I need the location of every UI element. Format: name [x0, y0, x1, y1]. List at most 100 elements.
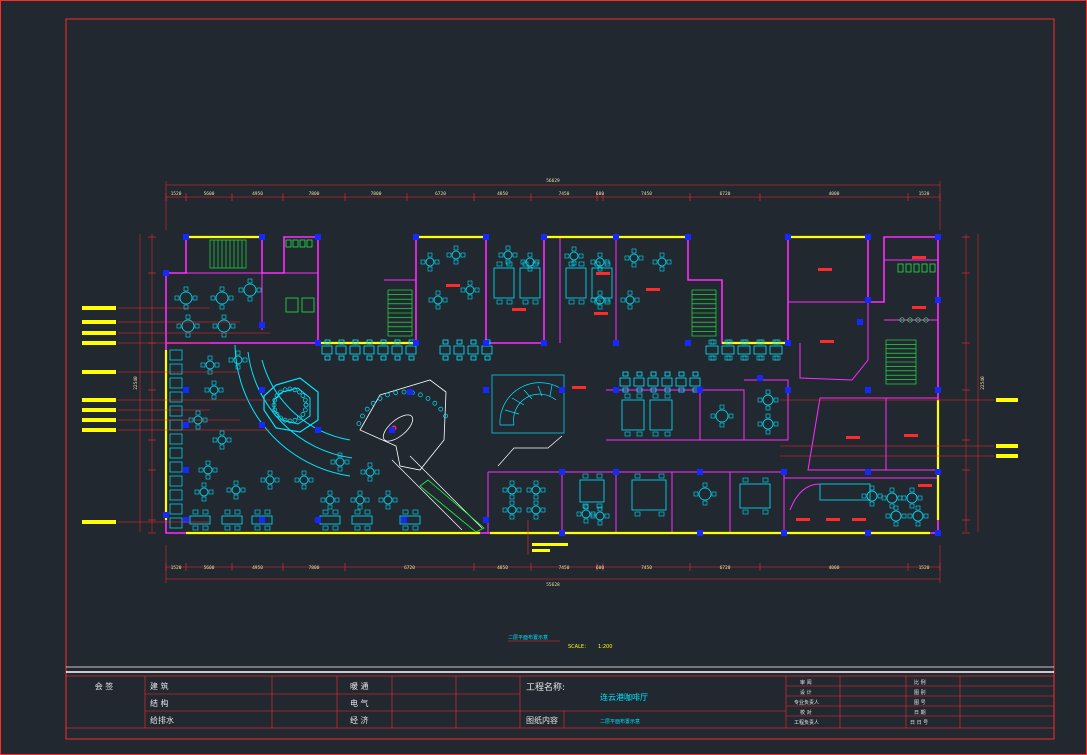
chair-symbol	[765, 389, 771, 395]
chair-symbol	[638, 255, 644, 261]
cad-drawing-canvas: 1520 5600 4950 7800 7800 6720 4850 7450 600 7450 6…	[0, 0, 1087, 755]
table-symbol	[377, 345, 389, 355]
chair-symbol	[442, 355, 449, 361]
room-tag	[904, 434, 918, 437]
chair-symbol	[634, 297, 640, 303]
column	[857, 319, 863, 325]
chair-symbol	[204, 387, 210, 393]
chair-symbol	[192, 509, 199, 515]
table-symbol	[629, 253, 639, 263]
chair-symbol	[652, 393, 659, 399]
chair-symbol	[512, 252, 518, 258]
stool-symbol	[432, 400, 438, 406]
chair-symbol	[582, 473, 589, 479]
chair-symbol	[708, 339, 715, 345]
bottom-total-dimension: 55628	[546, 582, 560, 588]
leader-label	[82, 320, 116, 324]
chair-symbol	[360, 469, 366, 475]
column	[413, 340, 419, 346]
chair-symbol	[470, 355, 477, 361]
discipline-structure: 结 构	[150, 698, 169, 708]
chair-symbol	[467, 280, 473, 286]
table-symbol	[199, 487, 209, 497]
chair-symbol	[234, 525, 241, 531]
chair-symbol	[235, 350, 241, 356]
spiral-stair	[491, 374, 565, 467]
discipline-architecture: 建 筑	[150, 681, 169, 691]
chair-symbol	[658, 473, 665, 479]
column	[559, 469, 565, 475]
bottom-segment-dimension: 7450	[559, 565, 570, 571]
booth-seat	[169, 405, 183, 417]
chair-symbol	[505, 245, 511, 251]
column	[183, 387, 189, 393]
toilet-fixture	[292, 239, 299, 248]
chair-symbol	[664, 393, 671, 399]
discipline-electrical: 电 气	[350, 698, 369, 708]
chair-symbol	[324, 355, 331, 361]
stool-symbol	[356, 421, 362, 426]
booth-seat	[169, 433, 183, 445]
chair-symbol	[470, 355, 477, 361]
chair-symbol	[242, 357, 248, 363]
bottom-segment-dimension: 1520	[171, 565, 182, 571]
chair-symbol	[773, 421, 779, 427]
table-symbol	[233, 355, 243, 365]
chair-symbol	[636, 371, 643, 377]
room-tag	[912, 256, 926, 259]
table-symbol	[619, 377, 631, 387]
toilet-fixture	[285, 239, 292, 248]
column	[559, 387, 565, 393]
chair-symbol	[711, 491, 717, 497]
table-symbol	[179, 291, 193, 305]
booth-seat	[169, 419, 183, 431]
chair-symbol	[354, 525, 361, 531]
column	[865, 530, 871, 536]
chair-symbol	[861, 493, 867, 499]
stool-symbol	[302, 397, 308, 403]
chair-symbol	[327, 490, 333, 496]
top-segment-dimension: 6720	[435, 191, 446, 197]
chair-symbol	[708, 355, 715, 361]
chair-symbol	[620, 297, 626, 303]
column	[483, 340, 489, 346]
column	[483, 234, 489, 240]
column	[685, 340, 691, 346]
leader-label	[82, 428, 116, 432]
chair-symbol	[195, 410, 201, 416]
chair-symbol	[877, 493, 883, 499]
chair-symbol	[192, 525, 199, 531]
chair-symbol	[226, 487, 232, 493]
stairs	[209, 239, 917, 385]
table-symbol	[321, 345, 333, 355]
table-symbol	[265, 475, 275, 485]
scale-value: 1:200	[598, 644, 612, 650]
table-symbol	[507, 505, 517, 515]
stool-symbol	[300, 393, 306, 398]
table-symbol	[906, 492, 918, 504]
column	[781, 469, 787, 475]
chair-symbol	[230, 323, 236, 329]
stool-symbol	[401, 389, 407, 395]
chair-symbol	[901, 495, 907, 501]
chair-symbol	[364, 509, 371, 515]
chair-symbol	[212, 323, 218, 329]
chair-symbol	[590, 259, 596, 265]
chair-symbol	[408, 355, 415, 361]
column	[935, 234, 941, 240]
column	[865, 387, 871, 393]
chair-symbol	[502, 507, 508, 513]
chair-symbol	[228, 357, 234, 363]
service-counter	[819, 483, 871, 501]
chair-symbol	[374, 469, 380, 475]
chair-symbol	[212, 467, 218, 473]
chair-symbol	[652, 259, 658, 265]
chair-symbol	[710, 355, 717, 361]
leader-label	[996, 454, 1018, 458]
chair-symbol	[765, 413, 771, 419]
chair-symbol	[267, 484, 273, 490]
chair-symbol	[678, 371, 685, 377]
column	[865, 234, 871, 240]
chair-symbol	[571, 246, 577, 252]
chair-symbol	[366, 355, 373, 361]
